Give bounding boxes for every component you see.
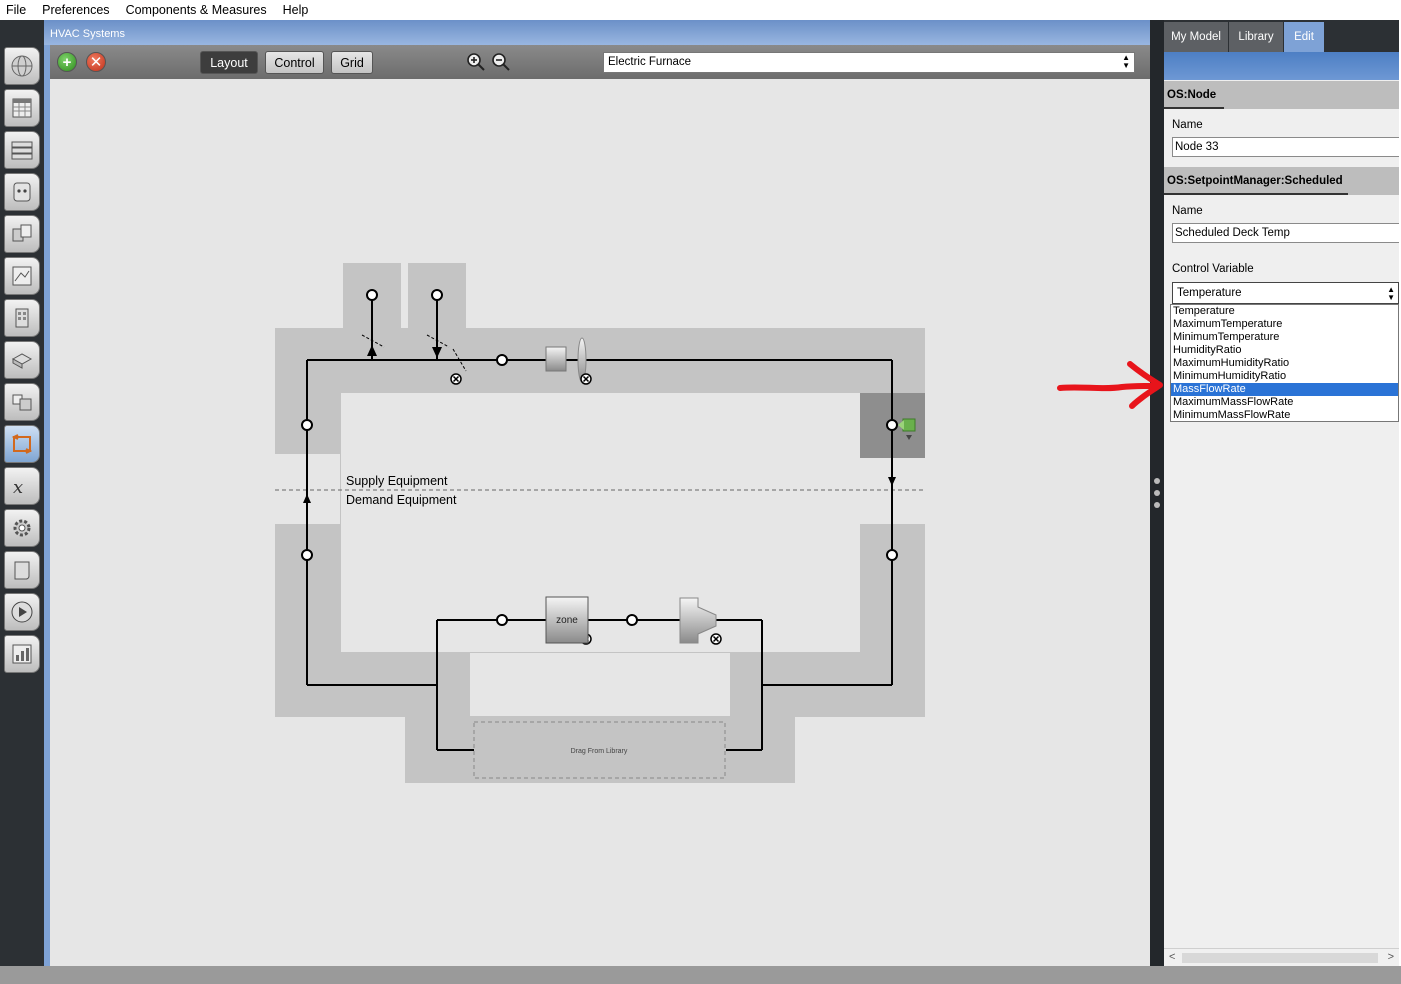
calendar-icon — [12, 98, 32, 118]
zone-label: zone — [556, 615, 578, 626]
tab-edit[interactable]: Edit — [1284, 22, 1324, 52]
loop-selector[interactable]: Electric Furnace ▲ ▼ — [603, 52, 1135, 73]
option-maximum-temperature[interactable]: MaximumTemperature — [1171, 318, 1398, 331]
control-variable-label: Control Variable — [1172, 263, 1254, 275]
option-humidity-ratio[interactable]: HumidityRatio — [1171, 344, 1398, 357]
supply-equipment-label: Supply Equipment — [346, 474, 448, 488]
spm-name-label: Name — [1172, 205, 1203, 217]
option-maximum-humidity-ratio[interactable]: MaximumHumidityRatio — [1171, 357, 1398, 370]
tab-results[interactable] — [4, 635, 40, 673]
thermal-zones-icon — [12, 394, 32, 411]
menu-bar: File Preferences Components & Measures H… — [0, 0, 1401, 20]
updown-arrows-icon: ▲ ▼ — [1387, 285, 1395, 302]
control-variable-dropdown: Temperature MaximumTemperature MinimumTe… — [1170, 304, 1399, 422]
node-name-label: Name — [1172, 119, 1203, 131]
facility-icon — [15, 308, 29, 328]
control-button[interactable]: Control — [265, 51, 324, 74]
layout-button[interactable]: Layout — [200, 51, 258, 74]
option-temperature[interactable]: Temperature — [1171, 305, 1398, 318]
add-loop-button[interactable]: + — [57, 52, 77, 72]
tab-hvac-systems[interactable] — [4, 425, 40, 463]
tab-constructions[interactable] — [4, 131, 40, 169]
node-section-header: OS:Node — [1164, 81, 1399, 109]
control-variable-value: Temperature — [1177, 287, 1242, 299]
spm-section-header: OS:SetpointManager:Scheduled — [1164, 167, 1399, 195]
node-name-field[interactable]: Node 33 — [1172, 137, 1399, 157]
main-tab-strip: x — [0, 20, 44, 966]
option-mass-flow-rate[interactable]: MassFlowRate — [1171, 383, 1398, 396]
updown-arrows-icon: ▲ ▼ — [1122, 53, 1130, 70]
tab-schedules[interactable] — [4, 89, 40, 127]
tab-geometry[interactable] — [4, 257, 40, 295]
tab-spaces[interactable] — [4, 341, 40, 379]
option-minimum-mass-flow-rate[interactable]: MinimumMassFlowRate — [1171, 409, 1398, 422]
option-maximum-mass-flow-rate[interactable]: MaximumMassFlowRate — [1171, 396, 1398, 409]
tab-variables[interactable]: x — [4, 467, 40, 505]
run-icon — [11, 601, 33, 623]
panel-title: HVAC Systems — [44, 20, 1150, 45]
loop-selector-value: Electric Furnace — [608, 56, 692, 68]
tab-thermal-zones[interactable] — [4, 383, 40, 421]
horizontal-scrollbar[interactable]: < > — [1164, 948, 1399, 966]
scroll-left-icon[interactable]: < — [1169, 951, 1175, 963]
spaces-icon — [11, 353, 33, 369]
svg-text:x: x — [13, 477, 23, 498]
geometry-icon — [12, 266, 32, 286]
drop-zone-label: Drag From Library — [571, 748, 628, 755]
results-icon — [12, 644, 32, 664]
tab-space-types[interactable] — [4, 215, 40, 253]
tab-simulation-settings[interactable] — [4, 509, 40, 547]
globe-icon — [11, 55, 33, 77]
menu-components-measures[interactable]: Components & Measures — [118, 3, 275, 17]
hvac-systems-panel: HVAC Systems + ✕ Layout Control Grid Ele… — [44, 20, 1150, 966]
hvac-toolbar: + ✕ Layout Control Grid Electric Furnace… — [50, 45, 1150, 79]
loads-icon — [13, 182, 31, 202]
option-minimum-humidity-ratio[interactable]: MinimumHumidityRatio — [1171, 370, 1398, 383]
scroll-thumb[interactable] — [1182, 953, 1378, 963]
menu-file[interactable]: File — [0, 3, 34, 17]
panel-splitter[interactable] — [1150, 20, 1164, 966]
grid-button[interactable]: Grid — [331, 51, 373, 74]
spm-section-title: OS:SetpointManager:Scheduled — [1167, 175, 1343, 187]
tab-library[interactable]: Library — [1229, 22, 1283, 52]
zoom-in-icon[interactable] — [466, 52, 486, 72]
tab-scripts[interactable] — [4, 551, 40, 589]
tab-facility[interactable] — [4, 299, 40, 337]
zoom-out-icon[interactable] — [491, 52, 511, 72]
tab-loads[interactable] — [4, 173, 40, 211]
option-minimum-temperature[interactable]: MinimumTemperature — [1171, 331, 1398, 344]
hvac-diagram-canvas[interactable]: zone Drag From Library Supply Equipment … — [50, 79, 1150, 966]
hvac-systems-icon — [11, 434, 33, 454]
simulation-settings-icon — [13, 519, 31, 537]
menu-help[interactable]: Help — [275, 3, 317, 17]
tab-site[interactable] — [4, 47, 40, 85]
space-types-icon — [12, 224, 32, 242]
tab-run[interactable] — [4, 593, 40, 631]
spm-name-field[interactable]: Scheduled Deck Temp — [1172, 223, 1399, 243]
node-section-title: OS:Node — [1167, 89, 1217, 101]
remove-loop-button[interactable]: ✕ — [86, 52, 106, 72]
scroll-right-icon[interactable]: > — [1388, 951, 1394, 963]
variables-icon: x — [13, 477, 23, 498]
demand-equipment-label: Demand Equipment — [346, 493, 457, 507]
control-variable-select[interactable]: Temperature ▲ ▼ — [1172, 282, 1399, 304]
tab-my-model[interactable]: My Model — [1164, 22, 1228, 52]
menu-preferences[interactable]: Preferences — [34, 3, 117, 17]
constructions-icon — [11, 141, 33, 160]
status-bar — [0, 966, 1401, 984]
inspector-header — [1164, 52, 1399, 80]
scripts-icon — [14, 561, 30, 580]
inspector-tabs: My Model Library Edit — [1164, 20, 1399, 52]
inspector-panel: My Model Library Edit OS:Node Name Node … — [1164, 20, 1399, 966]
